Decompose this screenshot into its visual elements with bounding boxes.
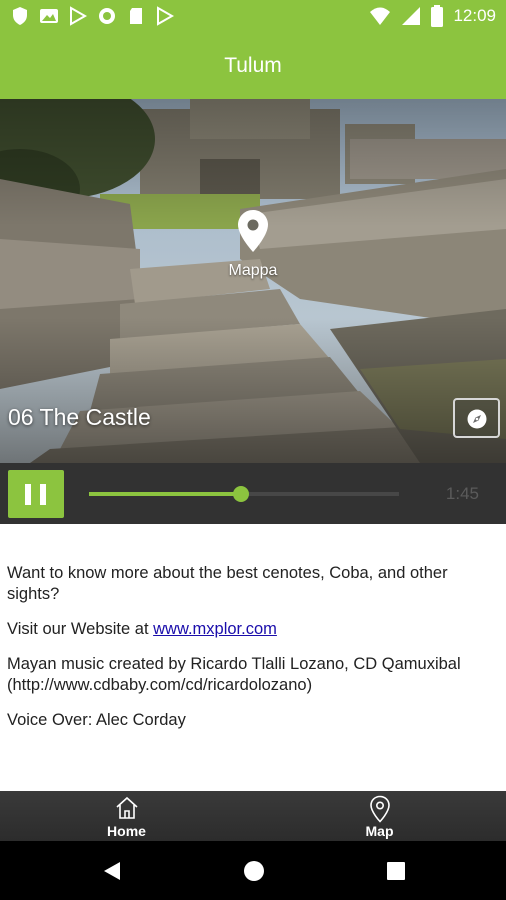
elapsed-time: 1:45	[445, 484, 479, 503]
credits-text: Mayan music created by Ricardo Tlalli Lo…	[7, 655, 461, 694]
map-pin-button[interactable]: Mappa	[210, 205, 296, 285]
app-bar: Tulum	[0, 33, 506, 99]
shield-icon	[13, 7, 27, 25]
map-pin-label: Mappa	[228, 262, 278, 279]
battery-icon	[431, 5, 444, 27]
description: Want to know more about the best cenotes…	[7, 563, 497, 745]
pause-button[interactable]	[8, 470, 64, 518]
voice-over-text: Voice Over: Alec Corday	[7, 711, 186, 729]
website-prefix: Visit our Website at	[7, 620, 154, 638]
track-title: 06 The Castle	[8, 404, 151, 430]
seek-bar[interactable]	[89, 486, 399, 502]
status-bar: 12:09	[0, 0, 506, 33]
home-button-icon[interactable]	[242, 859, 266, 883]
pause-icon	[25, 484, 31, 505]
hero-image: Mappa 06 The Castle	[0, 99, 506, 463]
map-pin-icon	[370, 795, 390, 823]
compass-icon	[467, 409, 487, 429]
home-icon	[116, 796, 138, 819]
nav-home-label: Home	[107, 823, 146, 839]
bottom-nav: Home Map	[0, 791, 506, 841]
play-store-icon	[157, 6, 175, 26]
signal-icon	[402, 7, 421, 25]
clock: 12:09	[453, 6, 496, 25]
website-link[interactable]: www.mxplor.com	[153, 620, 277, 638]
notification-icons	[10, 6, 175, 26]
sd-card-icon	[130, 8, 142, 24]
seek-bar-thumb[interactable]	[232, 486, 249, 502]
audio-player: 1:45	[0, 463, 506, 524]
circle-icon	[99, 8, 115, 24]
intro-text: Want to know more about the best cenotes…	[7, 564, 448, 603]
location-pin-icon	[238, 210, 268, 252]
seek-bar-progress	[89, 492, 241, 496]
system-nav-bar	[0, 841, 506, 900]
compass-button[interactable]	[453, 398, 500, 438]
nav-home[interactable]: Home	[0, 791, 253, 841]
image-icon	[40, 9, 58, 23]
page-title: Tulum	[224, 54, 282, 77]
pause-icon	[40, 484, 46, 505]
recents-icon[interactable]	[384, 859, 408, 883]
system-status-icons: 12:09	[369, 5, 496, 27]
wifi-icon	[370, 7, 391, 25]
play-store-icon	[70, 6, 88, 26]
nav-map-label: Map	[365, 823, 394, 839]
website-line: Visit our Website at www.mxplor.com	[7, 619, 497, 640]
back-icon[interactable]	[100, 859, 124, 883]
nav-map[interactable]: Map	[253, 791, 506, 841]
